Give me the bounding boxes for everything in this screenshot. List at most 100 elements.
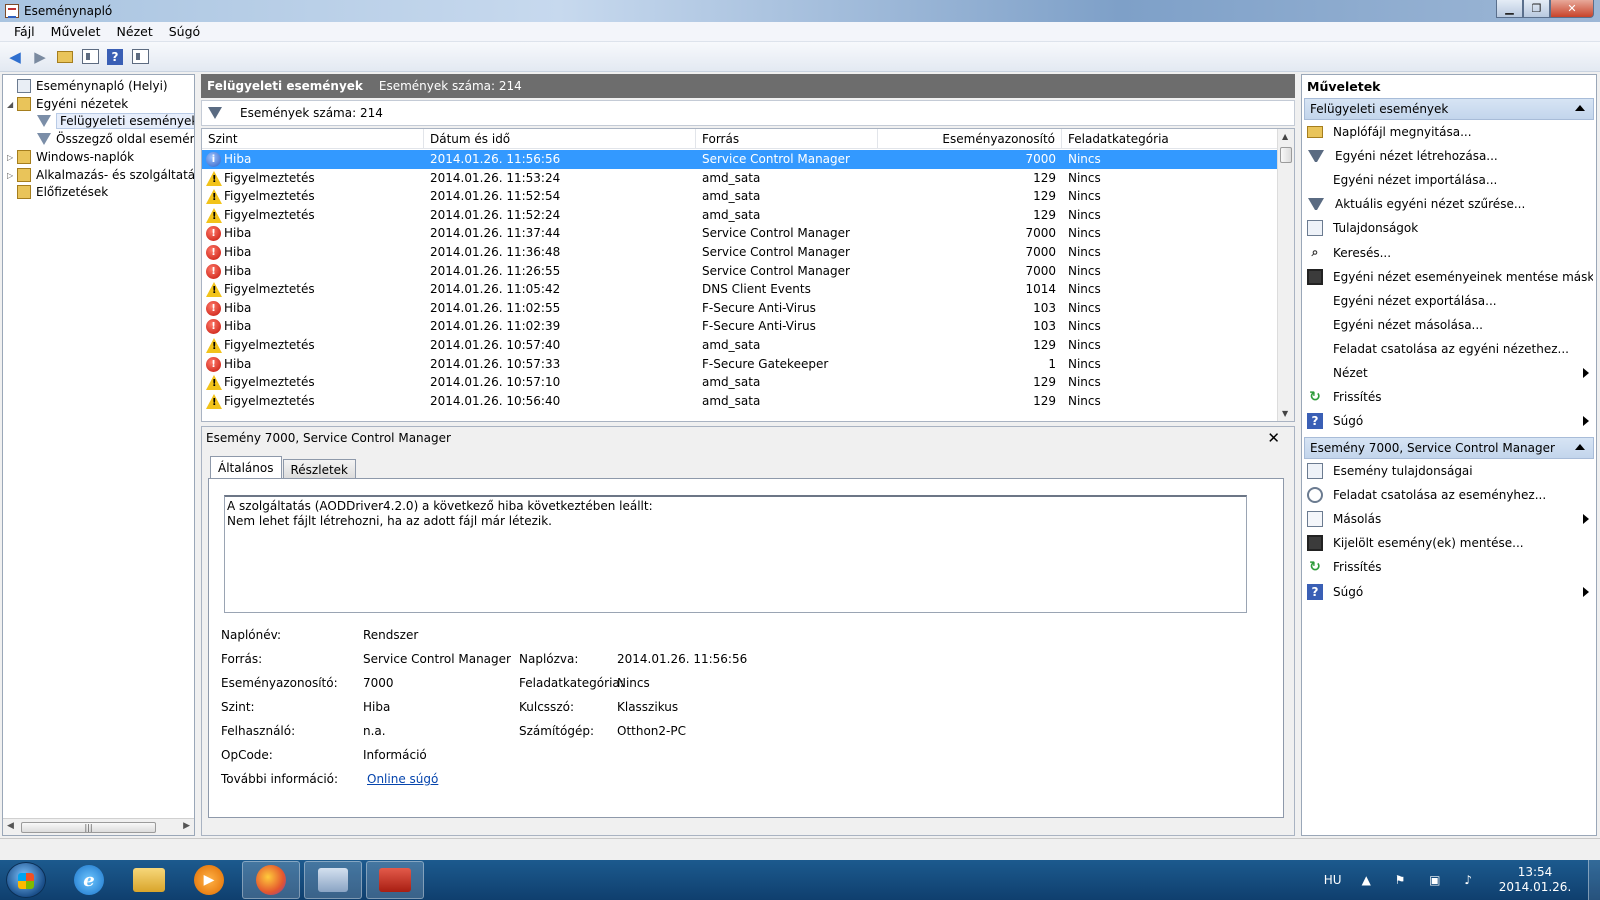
submenu-arrow-icon	[1583, 368, 1589, 378]
event-list-scrollbar[interactable]: ▲ ▼	[1277, 129, 1294, 421]
table-row[interactable]: ! Hiba 2014.01.26. 11:36:48 Service Control…	[202, 243, 1278, 262]
table-row[interactable]: ! Hiba 2014.01.26. 11:02:39 F-Secure Anti-V…	[202, 317, 1278, 336]
taskbar-internet-explorer[interactable]: e	[60, 861, 118, 899]
table-row[interactable]: Figyelmeztetés 2014.01.26. 11:05:42 DNS Cl…	[202, 280, 1278, 299]
tree-item-summary[interactable]: Összegző oldal eseménye	[37, 130, 194, 148]
action-items1-2[interactable]: Egyéni nézet importálása...	[1307, 169, 1593, 191]
online-help-link[interactable]: Online súgó	[367, 772, 438, 786]
tree-item-windows-logs[interactable]: ▷ Windows-naplók	[7, 148, 134, 166]
language-indicator[interactable]: HU	[1324, 873, 1342, 887]
actions-section-admin-events[interactable]: Felügyeleti események	[1304, 98, 1594, 120]
value-log-name: Rendszer	[363, 628, 419, 642]
action-items1-6[interactable]: Egyéni nézet eseményeinek mentése máské.…	[1307, 266, 1593, 288]
scrollbar-thumb[interactable]: |||	[21, 822, 156, 833]
action-items2-5[interactable]: ? Súgó	[1307, 581, 1593, 603]
action-items1-4[interactable]: Tulajdonságok	[1307, 217, 1593, 239]
close-button[interactable]: ✕	[1550, 0, 1594, 18]
tree-item-root[interactable]: Eseménynapló (Helyi)	[7, 77, 168, 95]
close-icon[interactable]: ✕	[1267, 429, 1280, 447]
label-task-category: Feladatkategória:	[519, 676, 624, 690]
show-desktop-button[interactable]	[1588, 860, 1600, 900]
cell-source: Service Control Manager	[702, 226, 850, 241]
column-header-event-id[interactable]: Eseményazonosító	[878, 129, 1062, 149]
actions-section-event[interactable]: Esemény 7000, Service Control Manager	[1304, 437, 1594, 459]
scroll-left-arrow-icon[interactable]: ◀	[7, 821, 14, 831]
action-items1-3[interactable]: Aktuális egyéni nézet szűrése...	[1307, 193, 1593, 215]
taskbar: e ▶ HU ▲ ⚑ ▣ ♪ 13:54 2014.01.26.	[0, 860, 1600, 900]
table-row[interactable]: ! Hiba 2014.01.26. 10:57:33 F-Secure Gateke…	[202, 355, 1278, 374]
filter-icon[interactable]	[208, 107, 222, 119]
scroll-right-arrow-icon[interactable]: ▶	[183, 821, 190, 831]
action-items1-8[interactable]: Egyéni nézet másolása...	[1307, 314, 1593, 336]
scrollbar-thumb[interactable]	[1280, 147, 1292, 163]
action-items1-11[interactable]: ↻ Frissítés	[1307, 386, 1593, 408]
cell-level: Figyelmeztetés	[224, 207, 315, 222]
show-hide-action-pane-icon[interactable]	[129, 46, 151, 68]
tree-item-subscriptions[interactable]: Előfizetések	[7, 183, 108, 201]
action-items1-9[interactable]: Feladat csatolása az egyéni nézethez...	[1307, 338, 1593, 360]
action-items1-5[interactable]: ⌕ Keresés...	[1307, 242, 1593, 264]
table-row[interactable]: Figyelmeztetés 2014.01.26. 10:57:40 amd_sa…	[202, 336, 1278, 355]
show-hide-tree-icon[interactable]	[79, 46, 101, 68]
taskbar-media-player[interactable]: ▶	[180, 861, 238, 899]
collapse-chevron-icon[interactable]	[1575, 105, 1585, 111]
cell-date: 2014.01.26. 11:02:39	[430, 319, 561, 334]
forward-arrow-icon[interactable]: ▶	[29, 46, 51, 68]
action-items2-4[interactable]: ↻ Frissítés	[1307, 556, 1593, 578]
action-items2-1[interactable]: Feladat csatolása az eseményhez...	[1307, 484, 1593, 506]
table-row[interactable]: Figyelmeztetés 2014.01.26. 11:52:24 amd_sa…	[202, 206, 1278, 225]
collapse-chevron-icon[interactable]	[1575, 444, 1585, 450]
table-row[interactable]: ! Hiba 2014.01.26. 11:37:44 Service Control…	[202, 224, 1278, 243]
action-items1-12[interactable]: ? Súgó	[1307, 410, 1593, 432]
tree-item-admin-events[interactable]: Felügyeleti események	[37, 112, 194, 130]
table-row[interactable]: ! Hiba 2014.01.26. 11:02:55 F-Secure Anti-V…	[202, 299, 1278, 318]
table-row[interactable]: Figyelmeztetés 2014.01.26. 10:56:40 amd_sa…	[202, 392, 1278, 411]
taskbar-event-viewer[interactable]	[304, 861, 362, 899]
up-folder-icon[interactable]	[54, 46, 76, 68]
cell-source: DNS Client Events	[702, 282, 811, 297]
table-row[interactable]: Figyelmeztetés 2014.01.26. 11:52:54 amd_sa…	[202, 187, 1278, 206]
collapsed-arrow-icon[interactable]: ▷	[7, 153, 17, 162]
menu-help[interactable]: Súgó	[161, 24, 208, 39]
taskbar-firefox[interactable]	[242, 861, 300, 899]
table-row[interactable]: i Hiba 2014.01.26. 11:56:56 Service Control…	[202, 150, 1278, 169]
back-arrow-icon[interactable]: ◀	[4, 46, 26, 68]
start-button[interactable]	[6, 862, 46, 898]
menu-action[interactable]: Művelet	[43, 24, 109, 39]
event-description[interactable]: A szolgáltatás (AODDriver4.2.0) a követk…	[224, 495, 1247, 613]
action-items1-10[interactable]: Nézet	[1307, 362, 1593, 384]
expanded-arrow-icon[interactable]: ◢	[7, 100, 17, 109]
tab-details[interactable]: Részletek	[282, 459, 356, 478]
tree-item-app-logs[interactable]: ▷ Alkalmazás- és szolgáltatásn	[7, 166, 194, 184]
table-row[interactable]: Figyelmeztetés 2014.01.26. 10:57:10 amd_sa…	[202, 373, 1278, 392]
menu-file[interactable]: Fájl	[6, 24, 43, 39]
taskbar-explorer[interactable]	[120, 861, 178, 899]
table-row[interactable]: ! Hiba 2014.01.26. 11:26:55 Service Control…	[202, 262, 1278, 281]
maximize-button[interactable]: ❐	[1523, 0, 1550, 18]
column-header-date[interactable]: Dátum és idő	[424, 129, 696, 149]
scroll-down-arrow-icon[interactable]: ▼	[1282, 409, 1288, 418]
clock[interactable]: 13:54 2014.01.26.	[1496, 865, 1574, 895]
help-icon[interactable]: ?	[104, 46, 126, 68]
action-items1-0[interactable]: Naplófájl megnyitása...	[1307, 121, 1593, 143]
blank-icon	[1307, 341, 1323, 357]
tree-horizontal-scrollbar[interactable]: ◀ ||| ▶	[3, 818, 194, 835]
minimize-button[interactable]: ▁	[1496, 0, 1523, 18]
tray-icons[interactable]: ▲ ⚑ ▣ ♪	[1362, 873, 1482, 887]
column-header-source[interactable]: Forrás	[696, 129, 878, 149]
action-items1-1[interactable]: Egyéni nézet létrehozása...	[1307, 145, 1593, 167]
column-header-level[interactable]: Szint	[202, 129, 424, 149]
action-items2-3[interactable]: Kijelölt esemény(ek) mentése...	[1307, 532, 1593, 554]
action-items2-0[interactable]: Esemény tulajdonságai	[1307, 460, 1593, 482]
menu-view[interactable]: Nézet	[109, 24, 161, 39]
tab-general[interactable]: Általános	[210, 456, 282, 479]
scroll-up-arrow-icon[interactable]: ▲	[1282, 132, 1288, 141]
action-items2-2[interactable]: Másolás	[1307, 508, 1593, 530]
table-row[interactable]: Figyelmeztetés 2014.01.26. 11:53:24 amd_sa…	[202, 169, 1278, 188]
taskbar-toolbox[interactable]	[366, 861, 424, 899]
cell-task-category: Nincs	[1068, 263, 1101, 278]
action-items1-7[interactable]: Egyéni nézet exportálása...	[1307, 290, 1593, 312]
column-header-task-category[interactable]: Feladatkategória	[1062, 129, 1278, 149]
tree-item-custom-views[interactable]: ◢ Egyéni nézetek	[7, 95, 128, 113]
collapsed-arrow-icon[interactable]: ▷	[7, 171, 17, 180]
